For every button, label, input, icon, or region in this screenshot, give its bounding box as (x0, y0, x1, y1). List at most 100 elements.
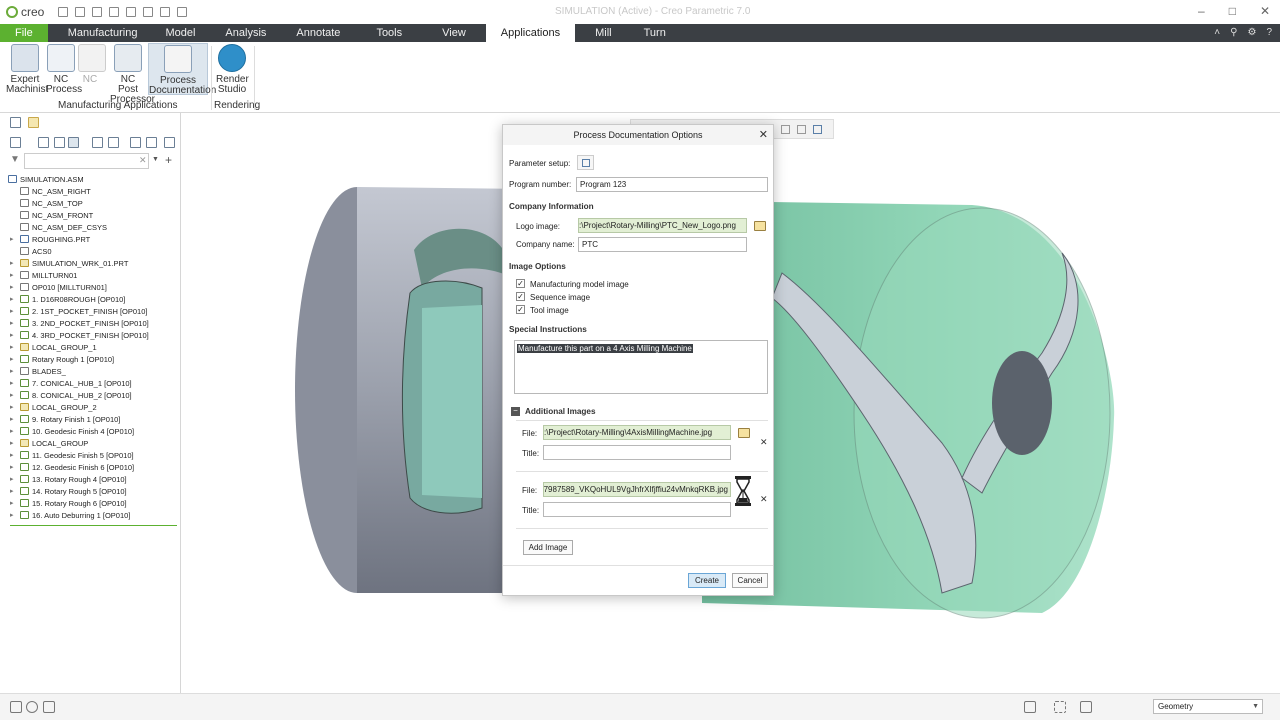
logo-image-field[interactable]: :\Project\Rotary-Milling\PTC_New_Logo.pn… (578, 218, 747, 233)
cancel-button[interactable]: Cancel (732, 573, 768, 588)
tree-item[interactable]: ▸ BLADES_ (0, 365, 181, 377)
image-2-file-field[interactable]: 27987589_VKQoHUL9VgJhfrXIfjffiu24vMnkqRK… (543, 482, 731, 497)
expand-arrow-icon[interactable]: ▸ (10, 427, 16, 435)
remove-image-1-icon[interactable]: ✕ (760, 437, 768, 448)
collapse-ribbon-icon[interactable]: ˄ (1214, 27, 1220, 38)
tree-search-input[interactable] (24, 153, 149, 169)
image-1-title-input[interactable] (543, 445, 731, 460)
expand-arrow-icon[interactable]: ▸ (10, 235, 16, 243)
expand-arrow-icon[interactable]: ▸ (10, 439, 16, 447)
new-file-icon[interactable] (58, 7, 69, 17)
tab-applications[interactable]: Applications (485, 24, 576, 42)
tree-item[interactable]: ▸ 7. CONICAL_HUB_1 [OP010] (0, 377, 181, 389)
expand-arrow-icon[interactable]: ▸ (10, 295, 16, 303)
tree-item[interactable]: ▸ 16. Auto Deburring 1 [OP010] (0, 509, 181, 521)
remove-image-2-icon[interactable]: ✕ (760, 494, 768, 505)
special-instructions-textarea[interactable]: Manufacture this part on a 4 Axis Millin… (514, 340, 768, 394)
find-icon[interactable] (1024, 701, 1036, 713)
tab-annotate[interactable]: Annotate (280, 24, 356, 42)
expand-arrow-icon[interactable]: ▸ (10, 499, 16, 507)
tree-item[interactable]: NC_ASM_TOP (0, 197, 181, 209)
expand-arrow-icon[interactable]: ▸ (10, 415, 16, 423)
display-style-icon[interactable] (813, 125, 822, 134)
tab-model[interactable]: Model (149, 24, 211, 42)
tree-item[interactable]: ▸ 2. 1ST_POCKET_FINISH [OP010] (0, 305, 181, 317)
nc-process-button[interactable]: NC Process (46, 44, 82, 95)
expand-arrow-icon[interactable]: ▸ (10, 487, 16, 495)
tree-item[interactable]: ▸ LOCAL_GROUP_1 (0, 341, 181, 353)
tree-columns-icon[interactable] (54, 137, 65, 148)
spin-center-icon[interactable] (781, 125, 790, 134)
expand-arrow-icon[interactable]: ▸ (10, 451, 16, 459)
tree-display-icon[interactable] (68, 137, 79, 148)
tree-item[interactable]: ▸ 3. 2ND_POCKET_FINISH [OP010] (0, 317, 181, 329)
tab-tools[interactable]: Tools (356, 24, 422, 42)
tree-item[interactable]: SIMULATION.ASM (0, 173, 181, 185)
tree-item[interactable]: ▸ 1. D16R08ROUGH [OP010] (0, 293, 181, 305)
expand-arrow-icon[interactable]: ▸ (10, 511, 16, 519)
show-navigator-icon[interactable] (10, 701, 22, 713)
tab-manufacturing[interactable]: Manufacturing (56, 24, 150, 42)
browse-logo-folder-icon[interactable] (754, 221, 766, 231)
tree-item[interactable]: ▸ ROUGHING.PRT (0, 233, 181, 245)
full-screen-icon[interactable] (43, 701, 55, 713)
tab-mill[interactable]: Mill (575, 24, 632, 42)
tab-file[interactable]: File (0, 24, 48, 42)
tree-filter-icon[interactable] (38, 137, 49, 148)
expand-arrow-icon[interactable]: ▸ (10, 307, 16, 315)
expand-arrow-icon[interactable]: ▸ (10, 367, 16, 375)
tree-item[interactable]: NC_ASM_RIGHT (0, 185, 181, 197)
expand-arrow-icon[interactable]: ▸ (10, 391, 16, 399)
close-icon[interactable]: ✕ (1260, 4, 1270, 18)
tree-item[interactable]: ▸ 12. Geodesic Finish 6 [OP010] (0, 461, 181, 473)
tab-view[interactable]: View (422, 24, 486, 42)
expand-arrow-icon[interactable]: ▸ (10, 271, 16, 279)
save-icon[interactable] (92, 7, 103, 17)
table-icon[interactable] (108, 137, 119, 148)
expert-machinist-button[interactable]: Expert Machinist (6, 44, 48, 95)
expand-arrow-icon[interactable]: ▸ (10, 343, 16, 351)
expand-arrow-icon[interactable]: ▸ (10, 475, 16, 483)
add-image-button[interactable]: Add Image (523, 540, 573, 555)
tree-item[interactable]: ▸ 15. Rotary Rough 6 [OP010] (0, 497, 181, 509)
find-icon[interactable] (164, 137, 175, 148)
selection-box-icon[interactable] (1054, 701, 1066, 713)
selection-filter-select[interactable]: Geometry ▼ (1153, 699, 1263, 714)
settings-icon[interactable]: ⚙ (1247, 27, 1256, 38)
tree-item[interactable]: ▸ 14. Rotary Rough 5 [OP010] (0, 485, 181, 497)
expand-arrow-icon[interactable]: ▸ (10, 259, 16, 267)
expand-arrow-icon[interactable]: ▸ (10, 403, 16, 411)
tree-item[interactable]: ▸ 11. Geodesic Finish 5 [OP010] (0, 449, 181, 461)
nc-post-processor-button[interactable]: NC Post Processor (110, 44, 155, 105)
collapse-additional-images-icon[interactable]: − (511, 407, 520, 416)
tree-settings-icon[interactable] (10, 137, 21, 148)
tree-item[interactable]: ▸ 13. Rotary Rough 4 [OP010] (0, 473, 181, 485)
show-browser-icon[interactable] (26, 701, 38, 713)
show-icon[interactable] (92, 137, 103, 148)
undo-icon[interactable] (109, 7, 120, 17)
browse-image-1-folder-icon[interactable] (738, 428, 750, 438)
windows-icon[interactable] (160, 7, 171, 17)
tree-item[interactable]: ▸ Rotary Rough 1 [OP010] (0, 353, 181, 365)
sequence-image-checkbox[interactable]: ✓ (516, 292, 525, 301)
search-icon[interactable]: ⚲ (1230, 27, 1237, 38)
manufacturing-model-image-checkbox[interactable]: ✓ (516, 279, 525, 288)
selection-filter-icon[interactable] (1080, 701, 1092, 713)
regenerate-icon[interactable] (143, 7, 154, 17)
tool-image-checkbox[interactable]: ✓ (516, 305, 525, 314)
tree-item[interactable]: ▸ MILLTURN01 (0, 269, 181, 281)
tree-item[interactable]: ▸ 10. Geodesic Finish 4 [OP010] (0, 425, 181, 437)
image-2-title-input[interactable] (543, 502, 731, 517)
pattern-tool-icon[interactable] (146, 137, 157, 148)
tree-insert-indicator[interactable] (10, 525, 177, 526)
image-1-file-field[interactable]: :\Project\Rotary-Milling\4AxisMillingMac… (543, 425, 731, 440)
tab-turn[interactable]: Turn (632, 24, 678, 42)
tab-analysis[interactable]: Analysis (211, 24, 280, 42)
close-window-icon[interactable] (177, 7, 188, 17)
tree-item[interactable]: ▸ LOCAL_GROUP_2 (0, 401, 181, 413)
help-icon[interactable]: ? (1266, 27, 1272, 38)
tree-item[interactable]: ▸ 4. 3RD_POCKET_FINISH [OP010] (0, 329, 181, 341)
tree-item[interactable]: ▸ LOCAL_GROUP (0, 437, 181, 449)
tree-item[interactable]: ▸ 8. CONICAL_HUB_2 [OP010] (0, 389, 181, 401)
render-studio-button[interactable]: Render Studio (216, 44, 249, 95)
